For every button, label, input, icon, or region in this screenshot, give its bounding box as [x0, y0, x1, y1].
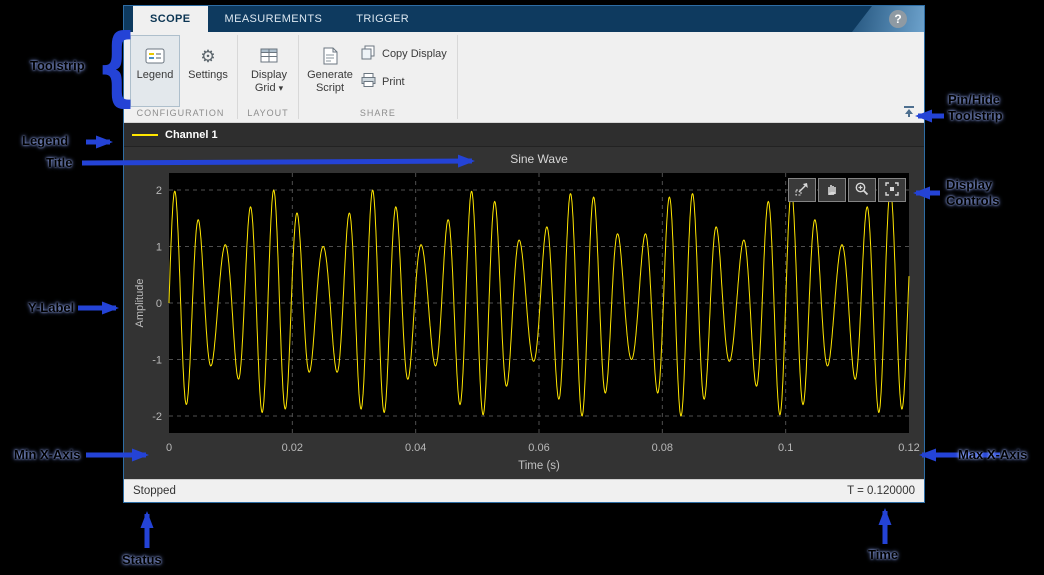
fit-to-view-button[interactable] — [878, 178, 906, 202]
zoom-in-button[interactable] — [848, 178, 876, 202]
svg-text:2: 2 — [156, 185, 162, 197]
annotation-legend-label: Legend — [22, 133, 68, 149]
copy-display-label: Copy Display — [382, 48, 447, 60]
annotation-status-label: Status — [122, 552, 162, 568]
tab-trigger[interactable]: TRIGGER — [339, 6, 426, 32]
scope-plot[interactable]: 0 0.02 0.04 0.06 0.08 0.1 0.12 2 1 0 -1 -2 — [124, 164, 926, 464]
section-label-configuration: CONFIGURATION — [124, 107, 237, 122]
tab-scope[interactable]: SCOPE — [133, 6, 208, 32]
pin-toolstrip-icon — [901, 106, 917, 121]
toolstrip-divider — [457, 35, 458, 119]
dropdown-caret-icon: ▾ — [279, 83, 284, 93]
settings-gear-icon: ⚙ — [200, 43, 215, 69]
section-configuration: Legend ⚙ Settings CONFIGURATION — [124, 32, 237, 122]
section-label-layout: LAYOUT — [238, 107, 298, 122]
toolstrip-tabbar: SCOPE MEASUREMENTS TRIGGER ? — [124, 6, 924, 32]
svg-text:1: 1 — [156, 241, 162, 253]
copy-display-icon — [360, 44, 377, 63]
svg-text:-2: -2 — [152, 411, 162, 423]
toolstrip: Legend ⚙ Settings CONFIGURATION — [124, 32, 924, 123]
legend-icon — [144, 43, 166, 69]
annotation-max-x-axis-label: Max X-Axis — [958, 447, 1038, 463]
svg-text:0: 0 — [166, 442, 172, 454]
annotation-toolstrip-label: Toolstrip — [30, 58, 85, 74]
pan-button[interactable] — [818, 178, 846, 202]
channel1-legend-label: Channel 1 — [165, 129, 218, 141]
y-axis-label: Amplitude — [134, 279, 146, 328]
channel1-line-sample — [132, 134, 158, 136]
annotation-min-x-axis-label: Min X-Axis — [14, 447, 80, 463]
tabbar-accent-band — [852, 6, 924, 32]
generate-script-icon — [319, 43, 341, 69]
scope-window: SCOPE MEASUREMENTS TRIGGER ? — [123, 5, 925, 503]
svg-text:0.12: 0.12 — [898, 442, 919, 454]
svg-text:0.08: 0.08 — [652, 442, 673, 454]
status-bar: Stopped T = 0.120000 — [124, 479, 924, 502]
scope-display: Channel 1 Sine Wave 00.020.040.060.080.1… — [124, 123, 924, 479]
generate-script-button[interactable]: Generate Script — [305, 35, 355, 107]
tab-measurements[interactable]: MEASUREMENTS — [208, 6, 340, 32]
help-button[interactable]: ? — [889, 10, 907, 28]
annotation-time-label: Time — [868, 547, 898, 563]
annotation-ylabel-label: Y-Label — [28, 300, 74, 316]
status-text: Stopped — [133, 485, 176, 497]
svg-text:0.1: 0.1 — [778, 442, 793, 454]
settings-button-label: Settings — [183, 69, 233, 82]
svg-text:0.02: 0.02 — [282, 442, 303, 454]
generate-script-button-label: Generate Script — [305, 69, 355, 95]
svg-text:0.04: 0.04 — [405, 442, 426, 454]
pin-toolstrip-button[interactable] — [900, 105, 918, 119]
annotation-title-label: Title — [46, 155, 73, 171]
svg-text:0.06: 0.06 — [528, 442, 549, 454]
fit-to-view-icon — [884, 181, 900, 200]
svg-text:-1: -1 — [152, 355, 162, 367]
annotation-display-controls-label: Display Controls — [946, 177, 1010, 209]
pan-hand-icon — [824, 181, 840, 200]
display-grid-button-label: Display Grid ▾ — [244, 69, 294, 95]
print-button[interactable]: Print — [358, 70, 453, 93]
time-readout: T = 0.120000 — [847, 485, 915, 497]
section-layout: Display Grid ▾ LAYOUT — [238, 32, 298, 122]
toolstrip-brace: { — [95, 16, 138, 116]
section-share: Generate Script Copy Display — [299, 32, 457, 122]
settings-button[interactable]: ⚙ Settings — [183, 35, 233, 107]
display-grid-button[interactable]: Display Grid ▾ — [244, 35, 294, 107]
expand-axes-icon — [794, 181, 810, 200]
expand-axes-button[interactable] — [788, 178, 816, 202]
zoom-in-icon — [854, 181, 870, 200]
annotation-pin-hide-label: Pin/Hide Toolstrip — [948, 92, 1012, 124]
display-controls-toolbar — [788, 178, 906, 202]
copy-display-button[interactable]: Copy Display — [358, 42, 453, 65]
display-grid-icon — [258, 43, 280, 69]
print-label: Print — [382, 76, 405, 88]
section-label-share: SHARE — [299, 107, 457, 122]
legend-bar[interactable]: Channel 1 — [124, 123, 924, 147]
share-small-buttons: Copy Display Print — [358, 35, 453, 107]
annotated-scope-screenshot: SCOPE MEASUREMENTS TRIGGER ? — [0, 0, 1044, 575]
print-icon — [360, 72, 377, 91]
x-axis-label: Time (s) — [169, 460, 909, 472]
svg-text:0: 0 — [156, 298, 162, 310]
